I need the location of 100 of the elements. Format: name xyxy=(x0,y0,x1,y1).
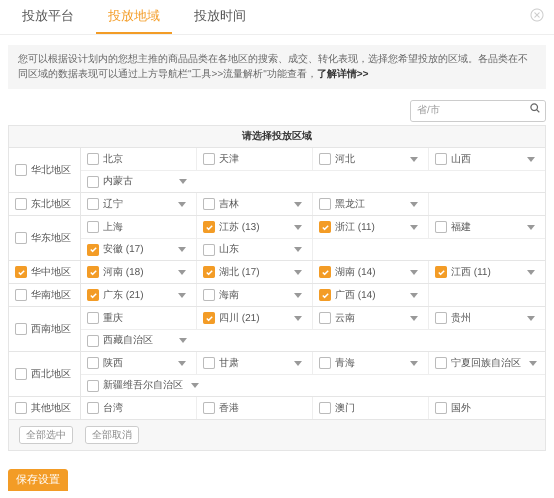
checkbox[interactable] xyxy=(87,289,99,301)
caret-icon[interactable] xyxy=(294,224,302,230)
checkbox[interactable] xyxy=(319,266,331,278)
province-label: 山东 xyxy=(219,242,239,257)
checkbox[interactable] xyxy=(203,153,215,165)
search-field[interactable]: 省/市 xyxy=(410,100,546,122)
caret-icon[interactable] xyxy=(179,338,187,343)
caret-icon[interactable] xyxy=(527,270,535,274)
checkbox[interactable] xyxy=(435,312,447,324)
checkbox[interactable] xyxy=(319,402,331,414)
checkbox[interactable] xyxy=(87,176,99,188)
checkbox[interactable] xyxy=(203,312,215,324)
checkbox[interactable] xyxy=(87,334,99,346)
province-label: 河北 xyxy=(335,152,355,166)
checkbox[interactable] xyxy=(15,266,27,278)
checkbox[interactable] xyxy=(15,198,27,210)
province-label: 河南 (18) xyxy=(103,266,144,280)
caret-icon[interactable] xyxy=(178,360,186,366)
select-button[interactable]: 全部选中 xyxy=(19,426,73,444)
caret-icon[interactable] xyxy=(294,316,302,320)
checkbox[interactable] xyxy=(15,289,27,301)
caret-icon[interactable] xyxy=(410,292,418,298)
search-icon[interactable] xyxy=(530,103,540,113)
check-icon xyxy=(320,268,330,276)
checkbox[interactable] xyxy=(319,221,331,233)
checkbox[interactable] xyxy=(203,198,215,210)
caret-icon[interactable] xyxy=(178,202,186,206)
caret-icon[interactable] xyxy=(410,156,418,162)
checkbox[interactable] xyxy=(87,312,99,324)
caret-icon[interactable] xyxy=(191,383,199,388)
checkbox[interactable] xyxy=(87,266,99,278)
check-icon xyxy=(204,314,214,322)
checkbox[interactable] xyxy=(435,357,447,369)
province-label: 安徽 (17) xyxy=(103,242,144,257)
checkbox[interactable] xyxy=(203,402,215,414)
caret-icon[interactable] xyxy=(179,179,187,184)
checkbox[interactable] xyxy=(319,289,331,301)
close-icon[interactable] xyxy=(530,8,544,22)
checkbox[interactable] xyxy=(203,289,215,301)
checkbox[interactable] xyxy=(87,221,99,233)
region-label: 华东地区 xyxy=(31,232,71,246)
caret-icon[interactable] xyxy=(527,156,535,162)
checkbox[interactable] xyxy=(319,198,331,210)
caret-icon[interactable] xyxy=(294,202,302,206)
checkbox[interactable] xyxy=(87,357,99,369)
province-label: 贵州 xyxy=(451,312,471,326)
caret-icon[interactable] xyxy=(410,224,418,230)
tab[interactable]: 投放地域 xyxy=(96,0,172,34)
region-label: 华南地区 xyxy=(31,288,71,302)
province-label: 湖南 (14) xyxy=(335,266,376,280)
checkbox[interactable] xyxy=(15,402,27,414)
checkbox[interactable] xyxy=(435,221,447,233)
caret-icon[interactable] xyxy=(410,360,418,366)
checkbox[interactable] xyxy=(87,153,99,165)
check-icon xyxy=(436,268,446,276)
checkbox[interactable] xyxy=(87,380,99,392)
province-label: 国外 xyxy=(451,402,471,416)
checkbox[interactable] xyxy=(203,357,215,369)
checkbox[interactable] xyxy=(319,312,331,324)
checkbox[interactable] xyxy=(87,198,99,210)
caret-icon[interactable] xyxy=(294,270,302,274)
checkbox[interactable] xyxy=(319,153,331,165)
province-label: 甘肃 xyxy=(219,356,239,370)
checkbox[interactable] xyxy=(203,266,215,278)
select-button[interactable]: 全部取消 xyxy=(85,426,139,444)
province-label: 宁夏回族自治区 xyxy=(451,356,521,370)
checkbox[interactable] xyxy=(203,221,215,233)
province-label: 江苏 (13) xyxy=(219,220,260,234)
checkbox[interactable] xyxy=(15,164,27,176)
checkbox[interactable] xyxy=(15,232,27,244)
checkbox[interactable] xyxy=(15,368,27,380)
caret-icon[interactable] xyxy=(294,292,302,298)
caret-icon[interactable] xyxy=(178,270,186,274)
checkbox[interactable] xyxy=(87,402,99,414)
caret-icon[interactable] xyxy=(410,270,418,274)
checkbox[interactable] xyxy=(435,266,447,278)
details-link[interactable]: 了解详情>> xyxy=(316,69,368,80)
check-icon xyxy=(320,222,330,232)
checkbox[interactable] xyxy=(435,402,447,414)
caret-icon[interactable] xyxy=(178,247,186,252)
caret-icon[interactable] xyxy=(527,316,535,320)
caret-icon[interactable] xyxy=(410,202,418,206)
caret-icon[interactable] xyxy=(294,360,302,366)
checkbox[interactable] xyxy=(435,153,447,165)
checkbox[interactable] xyxy=(203,244,215,256)
caret-icon[interactable] xyxy=(527,224,535,230)
province-label: 青海 xyxy=(335,356,355,370)
province-label: 江西 (11) xyxy=(451,266,491,280)
checkbox[interactable] xyxy=(319,357,331,369)
tab[interactable]: 投放平台 xyxy=(10,0,86,34)
caret-icon[interactable] xyxy=(178,292,186,298)
check-icon xyxy=(88,245,98,254)
checkbox[interactable] xyxy=(15,323,27,335)
caret-icon[interactable] xyxy=(529,360,537,366)
region-label: 华北地区 xyxy=(31,164,71,178)
tab[interactable]: 投放时间 xyxy=(182,0,258,34)
checkbox[interactable] xyxy=(87,244,99,256)
save-button[interactable]: 保存设置 xyxy=(8,469,68,491)
caret-icon[interactable] xyxy=(294,247,302,252)
caret-icon[interactable] xyxy=(410,316,418,320)
